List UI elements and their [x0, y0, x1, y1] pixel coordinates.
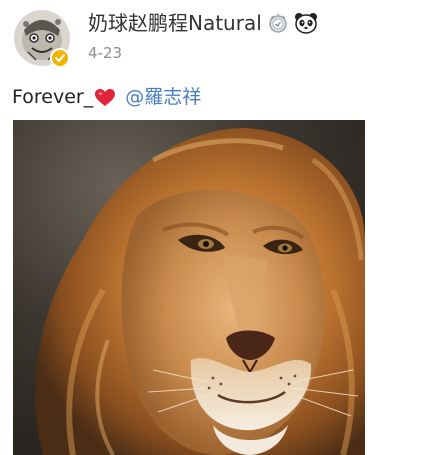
post-text: Forever_ @羅志祥 [12, 84, 201, 110]
post-image[interactable] [13, 120, 365, 455]
post-timestamp: 4-23 [88, 44, 123, 62]
medal-icon[interactable] [268, 13, 288, 35]
post-text-content: Forever_ [12, 86, 94, 108]
mention-link[interactable]: @羅志祥 [125, 84, 201, 110]
red-heart-icon [95, 88, 116, 106]
panda-icon[interactable] [294, 12, 318, 34]
verified-badge-icon [50, 48, 70, 68]
username-link[interactable]: 奶球赵鹏程Natural [88, 9, 262, 37]
weibo-post: 奶球赵鹏程Natural 4-23 Forever_ @羅志祥 [0, 0, 425, 455]
